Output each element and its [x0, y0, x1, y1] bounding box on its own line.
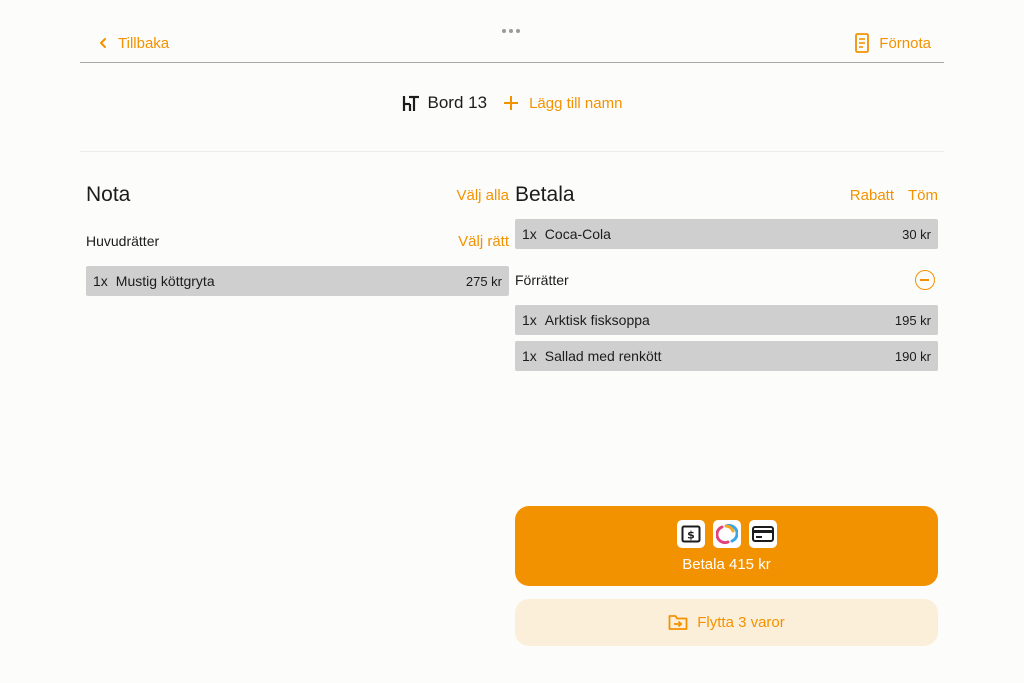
move-items-button[interactable]: Flytta 3 varor	[515, 599, 938, 646]
item-name: Coca-Cola	[544, 226, 611, 242]
item-quantity: 1x	[522, 348, 537, 364]
payment-methods: $	[676, 519, 777, 548]
group-title: Förrätter	[515, 272, 569, 288]
bill-column: Nota Välj alla Huvudrätter Välj rätt 1x …	[86, 178, 509, 296]
prebill-button[interactable]: Förnota	[854, 33, 931, 53]
cash-icon: $	[676, 519, 705, 548]
item-quantity: 1x	[522, 226, 537, 242]
pay-button-label: Betala 415 kr	[682, 555, 771, 573]
back-button[interactable]: Tillbaka	[96, 33, 169, 53]
plus-icon	[504, 96, 519, 110]
item-price: 275 kr	[465, 273, 502, 289]
add-name-button[interactable]: Lägg till namn	[503, 95, 622, 112]
clear-button[interactable]: Töm	[908, 187, 938, 204]
section-divider	[80, 151, 944, 152]
pay-item-row[interactable]: 1x Arktisk fisksoppa 195 kr	[515, 305, 938, 335]
bill-header: Nota Välj alla	[86, 178, 509, 212]
table-name: Bord 13	[402, 93, 488, 113]
table-icon	[402, 95, 419, 111]
receipt-icon	[855, 33, 870, 53]
item-name: Mustig köttgryta	[115, 273, 215, 289]
pay-item-row[interactable]: 1x Coca-Cola 30 kr	[515, 219, 938, 249]
card-icon	[748, 519, 777, 548]
item-quantity: 1x	[522, 312, 537, 328]
chevron-left-icon	[100, 38, 106, 48]
group-header-main-courses: Huvudrätter Välj rätt	[86, 230, 509, 252]
pay-item-row[interactable]: 1x Sallad med renkött 190 kr	[515, 341, 938, 371]
pay-column: Betala Rabatt Töm 1x Coca-Cola 30 kr För…	[515, 178, 938, 371]
remove-group-button[interactable]	[915, 270, 935, 290]
select-course-button[interactable]: Välj rätt	[458, 233, 509, 250]
bill-title: Nota	[86, 183, 131, 206]
back-button-label: Tillbaka	[118, 34, 170, 52]
item-name: Arktisk fisksoppa	[544, 312, 650, 328]
move-items-label: Flytta 3 varor	[697, 614, 785, 631]
item-price: 195 kr	[894, 312, 931, 328]
pay-header: Betala Rabatt Töm	[515, 178, 938, 212]
group-header-starters: Förrätter	[515, 269, 938, 291]
bill-item-row[interactable]: 1x Mustig köttgryta 275 kr	[86, 266, 509, 296]
item-name: Sallad med renkött	[544, 348, 662, 364]
add-name-label: Lägg till namn	[529, 94, 623, 112]
table-name-label: Bord 13	[427, 93, 488, 112]
window-handle-dots[interactable]	[502, 26, 522, 36]
swish-icon	[712, 519, 741, 548]
table-header: Bord 13 Lägg till namn	[0, 88, 1024, 118]
item-quantity: 1x	[93, 273, 108, 289]
folder-move-icon	[668, 615, 688, 630]
group-title: Huvudrätter	[86, 233, 160, 249]
pay-title: Betala	[515, 183, 575, 206]
discount-button[interactable]: Rabatt	[850, 187, 894, 204]
select-all-button[interactable]: Välj alla	[456, 187, 509, 204]
prebill-button-label: Förnota	[879, 34, 931, 52]
item-price: 190 kr	[894, 348, 931, 364]
header-divider	[80, 62, 944, 63]
item-price: 30 kr	[902, 226, 931, 242]
pay-button[interactable]: $ Betala 415 kr	[515, 506, 938, 586]
svg-text:$: $	[687, 528, 695, 541]
